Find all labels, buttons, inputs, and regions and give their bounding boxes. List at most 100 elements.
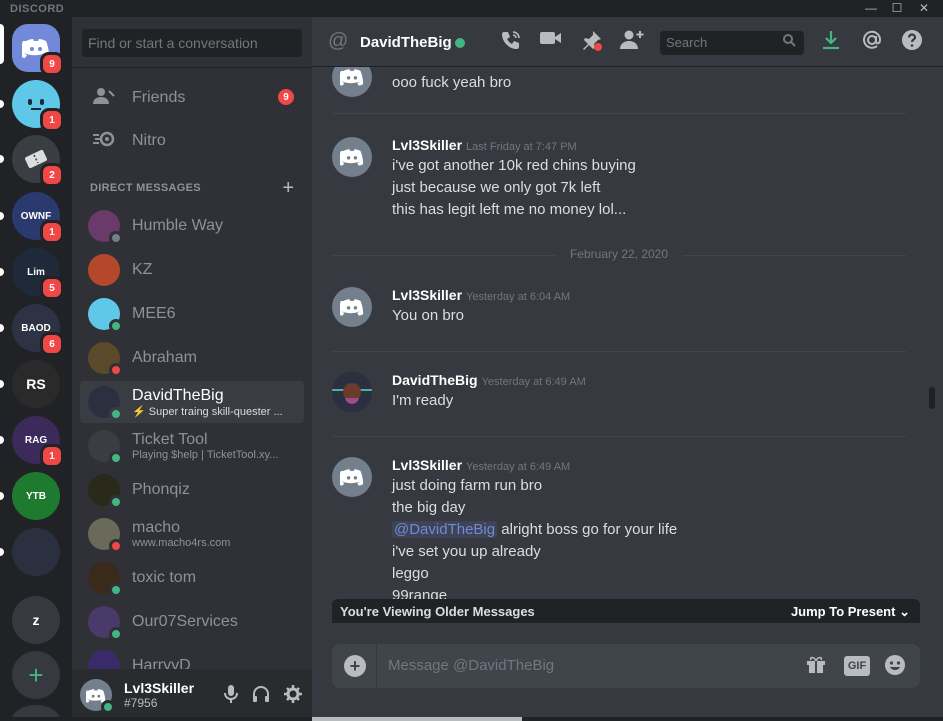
dm-item[interactable]: toxic tom bbox=[80, 557, 304, 599]
dm-name: Phonqiz bbox=[132, 481, 190, 498]
message-avatar[interactable] bbox=[332, 372, 372, 412]
dm-name: macho bbox=[132, 519, 181, 536]
dm-avatar bbox=[88, 210, 123, 245]
status-dot bbox=[109, 231, 123, 245]
server-icon-rs-server[interactable]: RS bbox=[12, 360, 60, 408]
message-text: just because we only got 7k left bbox=[392, 179, 601, 196]
minimize-button[interactable]: — bbox=[859, 0, 883, 17]
microphone-icon[interactable] bbox=[224, 685, 238, 708]
scrollbar-thumb[interactable] bbox=[929, 387, 935, 409]
nitro-icon bbox=[92, 131, 116, 152]
message-composer[interactable]: + Message @DavidTheBig GIF bbox=[332, 644, 920, 688]
message-text: this has legit left me no money lol... bbox=[392, 201, 627, 218]
dm-item[interactable]: macho www.macho4rs.com bbox=[80, 513, 304, 555]
dm-name: DavidTheBig bbox=[132, 386, 224, 404]
help-icon[interactable] bbox=[900, 30, 924, 56]
friends-nav-item[interactable]: Friends 9 bbox=[80, 77, 304, 119]
dm-item[interactable]: Phonqiz bbox=[80, 469, 304, 511]
dm-item[interactable]: DavidTheBig ⚡ Super traing skill-quester … bbox=[80, 381, 304, 423]
server-unread-pill bbox=[0, 155, 4, 163]
dm-item[interactable]: MEE6 bbox=[80, 293, 304, 335]
dm-item[interactable]: Our07Services bbox=[80, 601, 304, 643]
message-author[interactable]: Lvl3Skiller bbox=[392, 137, 462, 153]
nitro-nav-item[interactable]: Nitro bbox=[80, 120, 304, 162]
message-timestamp: Yesterday at 6:49 AM bbox=[481, 376, 586, 388]
chevron-down-icon: ⌄ bbox=[899, 604, 910, 619]
server-icon-baod-server[interactable]: BAOD 6 bbox=[12, 304, 64, 356]
search-input[interactable]: Search bbox=[660, 31, 804, 55]
server-label: Lim bbox=[27, 266, 45, 278]
server-icon-avatar-server[interactable] bbox=[12, 528, 60, 576]
server-icon-lim-server[interactable]: Lim 5 bbox=[12, 248, 64, 300]
message-scrollbar[interactable] bbox=[926, 67, 938, 627]
server-icon-ticket-server[interactable]: 2 bbox=[12, 135, 64, 187]
message-author[interactable]: DavidTheBig bbox=[392, 372, 478, 388]
download-icon[interactable] bbox=[819, 30, 843, 56]
add-friend-icon[interactable] bbox=[620, 30, 644, 56]
status-dot bbox=[109, 319, 123, 333]
message-author[interactable]: Lvl3Skiller bbox=[392, 457, 462, 473]
maximize-button[interactable]: ☐ bbox=[885, 0, 909, 17]
message-avatar[interactable] bbox=[332, 137, 372, 177]
server-unread-pill bbox=[0, 212, 4, 220]
headphones-icon[interactable] bbox=[252, 685, 270, 708]
dm-item[interactable]: Abraham bbox=[80, 337, 304, 379]
message-text: the big day bbox=[392, 499, 466, 516]
status-dot bbox=[109, 495, 123, 509]
message-author[interactable]: Lvl3Skiller bbox=[392, 287, 462, 303]
dm-item[interactable]: Ticket Tool Playing $help | TicketTool.xy… bbox=[80, 425, 304, 467]
direct-messages-header: DIRECT MESSAGES bbox=[90, 182, 201, 194]
dm-avatar bbox=[88, 430, 123, 465]
username: Lvl3Skiller bbox=[124, 680, 195, 696]
server-icon-ownf-server[interactable]: OWNF 1 bbox=[12, 192, 64, 244]
server-icon-z-server[interactable]: z bbox=[12, 596, 60, 644]
message-text: i've set you up already bbox=[392, 543, 541, 560]
server-mention-badge: 2 bbox=[40, 163, 64, 187]
add-server-button[interactable]: + bbox=[12, 651, 60, 699]
status-dot bbox=[109, 451, 123, 465]
title-bar: DISCORD — ☐ ✕ bbox=[0, 0, 943, 17]
dm-name: Our07Services bbox=[132, 613, 238, 630]
dm-item[interactable]: Humble Way bbox=[80, 205, 304, 247]
emoji-icon[interactable] bbox=[884, 654, 906, 682]
older-messages-bar: You're Viewing Older Messages Jump To Pr… bbox=[332, 599, 920, 623]
user-mention[interactable]: @DavidTheBig bbox=[392, 521, 498, 538]
horizontal-scrollbar[interactable] bbox=[0, 717, 943, 721]
message-avatar[interactable] bbox=[332, 457, 372, 497]
dm-name: MEE6 bbox=[132, 305, 176, 322]
create-dm-button[interactable]: + bbox=[282, 177, 294, 200]
message-input-placeholder[interactable]: Message @DavidTheBig bbox=[388, 657, 554, 674]
pin-icon[interactable] bbox=[580, 30, 604, 58]
dm-avatar bbox=[88, 474, 123, 509]
upload-plus-icon[interactable]: + bbox=[344, 655, 366, 677]
server-label: RS bbox=[26, 376, 46, 392]
settings-gear-icon[interactable] bbox=[284, 685, 302, 708]
close-button[interactable]: ✕ bbox=[912, 0, 936, 17]
video-icon[interactable] bbox=[539, 30, 563, 52]
message-timestamp: Yesterday at 6:04 AM bbox=[466, 291, 571, 303]
jump-to-present-button[interactable]: Jump To Present ⌄ bbox=[791, 604, 910, 620]
dm-item[interactable]: KZ bbox=[80, 249, 304, 291]
mention-icon[interactable] bbox=[860, 30, 884, 56]
phone-call-icon[interactable] bbox=[499, 30, 523, 56]
message-list: ooo fuck yeah bro Lvl3Skiller Last Friday… bbox=[312, 67, 926, 627]
message-avatar[interactable] bbox=[332, 287, 372, 327]
friends-label: Friends bbox=[132, 89, 186, 106]
server-list: 9 1 2 OWNF 1 Lim 5 BAOD 6 RS RAG 1 YTB z + bbox=[0, 17, 72, 721]
gif-button[interactable]: GIF bbox=[844, 656, 870, 676]
user-tag: #7956 bbox=[124, 696, 158, 710]
server-unread-pill bbox=[0, 324, 4, 332]
server-icon-rag-server[interactable]: RAG 1 bbox=[12, 416, 64, 468]
server-icon-mee6-server[interactable]: 1 bbox=[12, 80, 64, 132]
server-icon-ytb-server[interactable]: YTB bbox=[12, 472, 60, 520]
friends-icon bbox=[92, 87, 116, 110]
server-icon-home[interactable]: 9 bbox=[12, 24, 64, 76]
chat-area: @ DavidTheBig Search ooo fuck yeah bro L… bbox=[312, 17, 943, 721]
user-avatar[interactable] bbox=[80, 679, 115, 714]
horizontal-scrollbar-thumb[interactable] bbox=[312, 717, 522, 721]
message-avatar[interactable] bbox=[332, 67, 372, 97]
dm-avatar bbox=[88, 606, 123, 641]
dm-name: Abraham bbox=[132, 349, 197, 366]
gift-icon[interactable] bbox=[806, 654, 826, 680]
find-conversation-input[interactable]: Find or start a conversation bbox=[82, 29, 302, 57]
